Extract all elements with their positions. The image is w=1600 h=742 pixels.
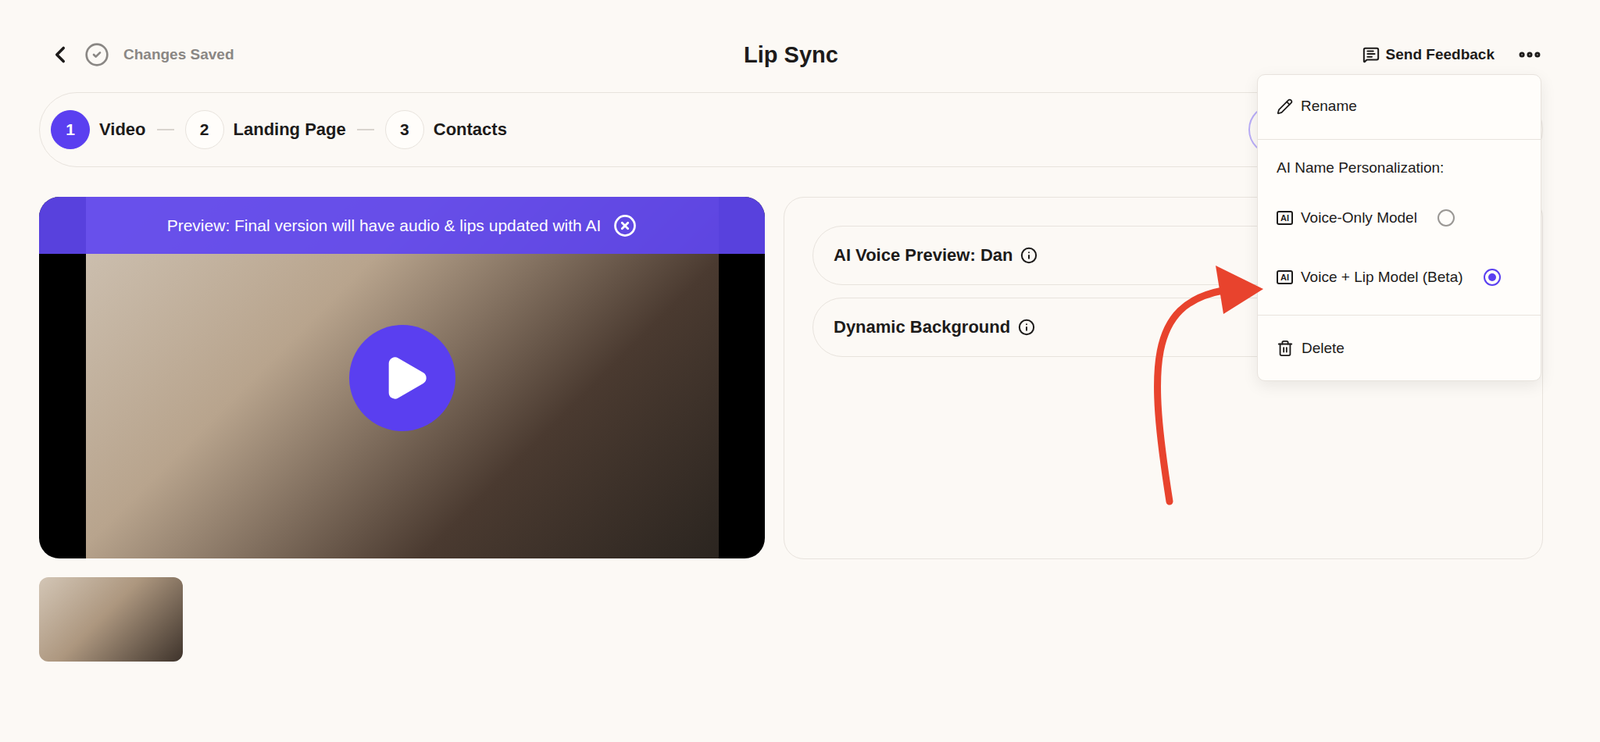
chevron-left-icon — [46, 41, 74, 68]
video-player: Preview: Final version will have audio &… — [39, 196, 765, 559]
step-label: Video — [99, 119, 147, 140]
play-button[interactable] — [349, 325, 456, 432]
step-number: 2 — [185, 110, 225, 150]
step-label: Landing Page — [233, 119, 347, 140]
more-button[interactable] — [1516, 41, 1543, 68]
page-title: Lip Sync — [743, 42, 839, 68]
save-status: Changes Saved — [123, 46, 235, 64]
send-feedback-button[interactable]: Send Feedback — [1362, 46, 1495, 64]
menu-radio-item[interactable]: AIVoice + Lip Model (Beta) — [1257, 247, 1541, 308]
info-icon[interactable] — [1020, 246, 1038, 265]
ai-badge: AI — [1276, 270, 1293, 285]
step-label: Contacts — [433, 119, 508, 140]
menu-heading: AI Name Personalization: — [1257, 147, 1541, 189]
step[interactable]: 2 Landing Page — [185, 110, 347, 150]
step[interactable]: 1 Video — [50, 110, 147, 150]
radio-button[interactable] — [1437, 209, 1455, 227]
play-icon — [380, 353, 431, 404]
step-connector — [157, 128, 175, 131]
step-number: 1 — [50, 110, 90, 150]
back-button[interactable] — [46, 41, 74, 68]
menu-separator — [1257, 139, 1541, 140]
check-circle-icon — [84, 42, 110, 68]
ellipsis-icon — [1516, 41, 1543, 68]
menu-radio-item[interactable]: AIVoice-Only Model — [1257, 188, 1541, 248]
lip-sync-page: Changes Saved Lip Sync Send Feedback 1 Video… — [0, 0, 1600, 742]
feedback-icon — [1362, 46, 1380, 64]
trash-icon — [1276, 339, 1294, 358]
menu-separator — [1257, 314, 1541, 316]
step-number: 3 — [385, 110, 425, 150]
step-connector — [357, 128, 375, 131]
delete-menu-item[interactable]: Delete — [1257, 323, 1541, 374]
preview-banner: Preview: Final version will have audio &… — [39, 196, 765, 254]
step[interactable]: 3 Contacts — [385, 110, 508, 150]
ai-badge: AI — [1276, 210, 1293, 225]
video-thumbnail[interactable] — [39, 577, 183, 662]
close-icon[interactable] — [613, 214, 637, 238]
rename-menu-item[interactable]: Rename — [1257, 81, 1541, 132]
header: Changes Saved Lip Sync Send Feedback — [39, 28, 1543, 82]
radio-button[interactable] — [1483, 268, 1501, 286]
info-icon[interactable] — [1017, 318, 1036, 336]
pencil-icon — [1276, 98, 1293, 115]
more-menu: Rename AI Name Personalization:AIVoice-On… — [1257, 74, 1542, 382]
